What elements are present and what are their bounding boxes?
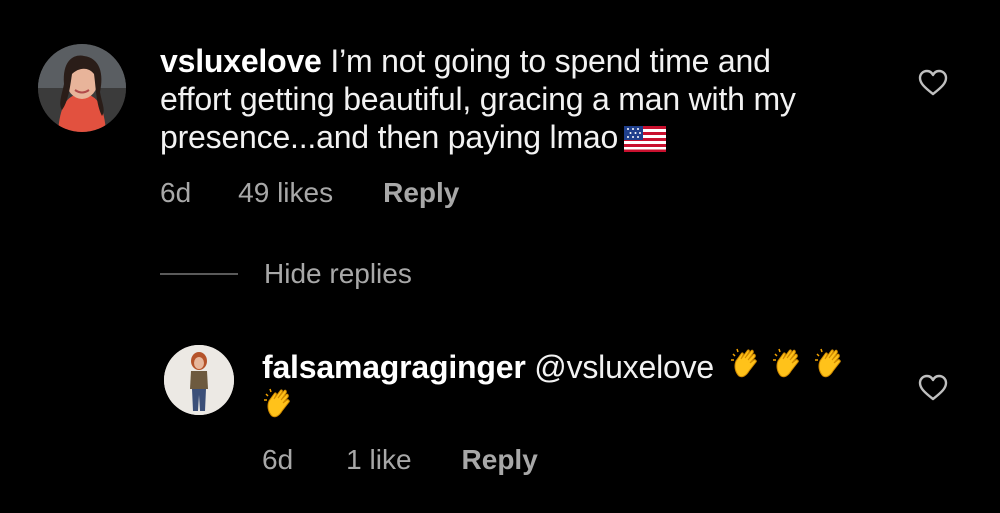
- hide-replies-button[interactable]: Hide replies: [160, 258, 412, 290]
- reply-mention[interactable]: @vsluxelove: [534, 349, 714, 385]
- comment-body: vsluxelove I’m not going to spend time a…: [160, 42, 880, 156]
- comment-line-3: presence...and then paying lmao: [160, 118, 880, 156]
- clapping-hands-emoji: [813, 346, 849, 382]
- us-flag-emoji: [624, 126, 667, 152]
- avatar-photo: [164, 345, 234, 415]
- comment-likes[interactable]: 49 likes: [238, 177, 333, 209]
- reply-reply-button[interactable]: Reply: [462, 444, 538, 476]
- comment-reply-button[interactable]: Reply: [383, 177, 459, 209]
- comment-text-line-3: presence...and then paying lmao: [160, 119, 619, 155]
- clapping-hands-emoji: [771, 346, 807, 382]
- hide-replies-label: Hide replies: [264, 258, 412, 289]
- comment-username[interactable]: vsluxelove: [160, 43, 322, 79]
- reply-likes[interactable]: 1 like: [346, 444, 411, 476]
- comment-meta: 6d 49 likes Reply: [160, 177, 459, 209]
- reply-meta: 6d 1 like Reply: [262, 444, 538, 476]
- reply-body: falsamagraginger @vsluxelove: [262, 346, 882, 426]
- comment-text-line-1: I’m not going to spend time and: [330, 43, 771, 79]
- comment-age: 6d: [160, 177, 192, 208]
- reply-age: 6d: [262, 444, 294, 475]
- clapping-hands-emoji: [262, 386, 298, 422]
- avatar-photo: [38, 44, 126, 132]
- reply-line-2: [262, 386, 882, 426]
- comment-text-line-2: effort getting beautiful, gracing a man …: [160, 81, 796, 117]
- clapping-hands-emoji: [729, 346, 765, 382]
- avatar-falsamagraginger[interactable]: [164, 345, 234, 415]
- like-comment-heart-icon[interactable]: [918, 69, 948, 97]
- reply-username[interactable]: falsamagraginger: [262, 349, 526, 385]
- like-reply-heart-icon[interactable]: [918, 374, 948, 402]
- avatar-vsluxelove[interactable]: [38, 44, 126, 132]
- reply-line-1: falsamagraginger @vsluxelove: [262, 346, 882, 386]
- comment-line-1: vsluxelove I’m not going to spend time a…: [160, 42, 880, 80]
- hide-replies-divider: [160, 273, 238, 275]
